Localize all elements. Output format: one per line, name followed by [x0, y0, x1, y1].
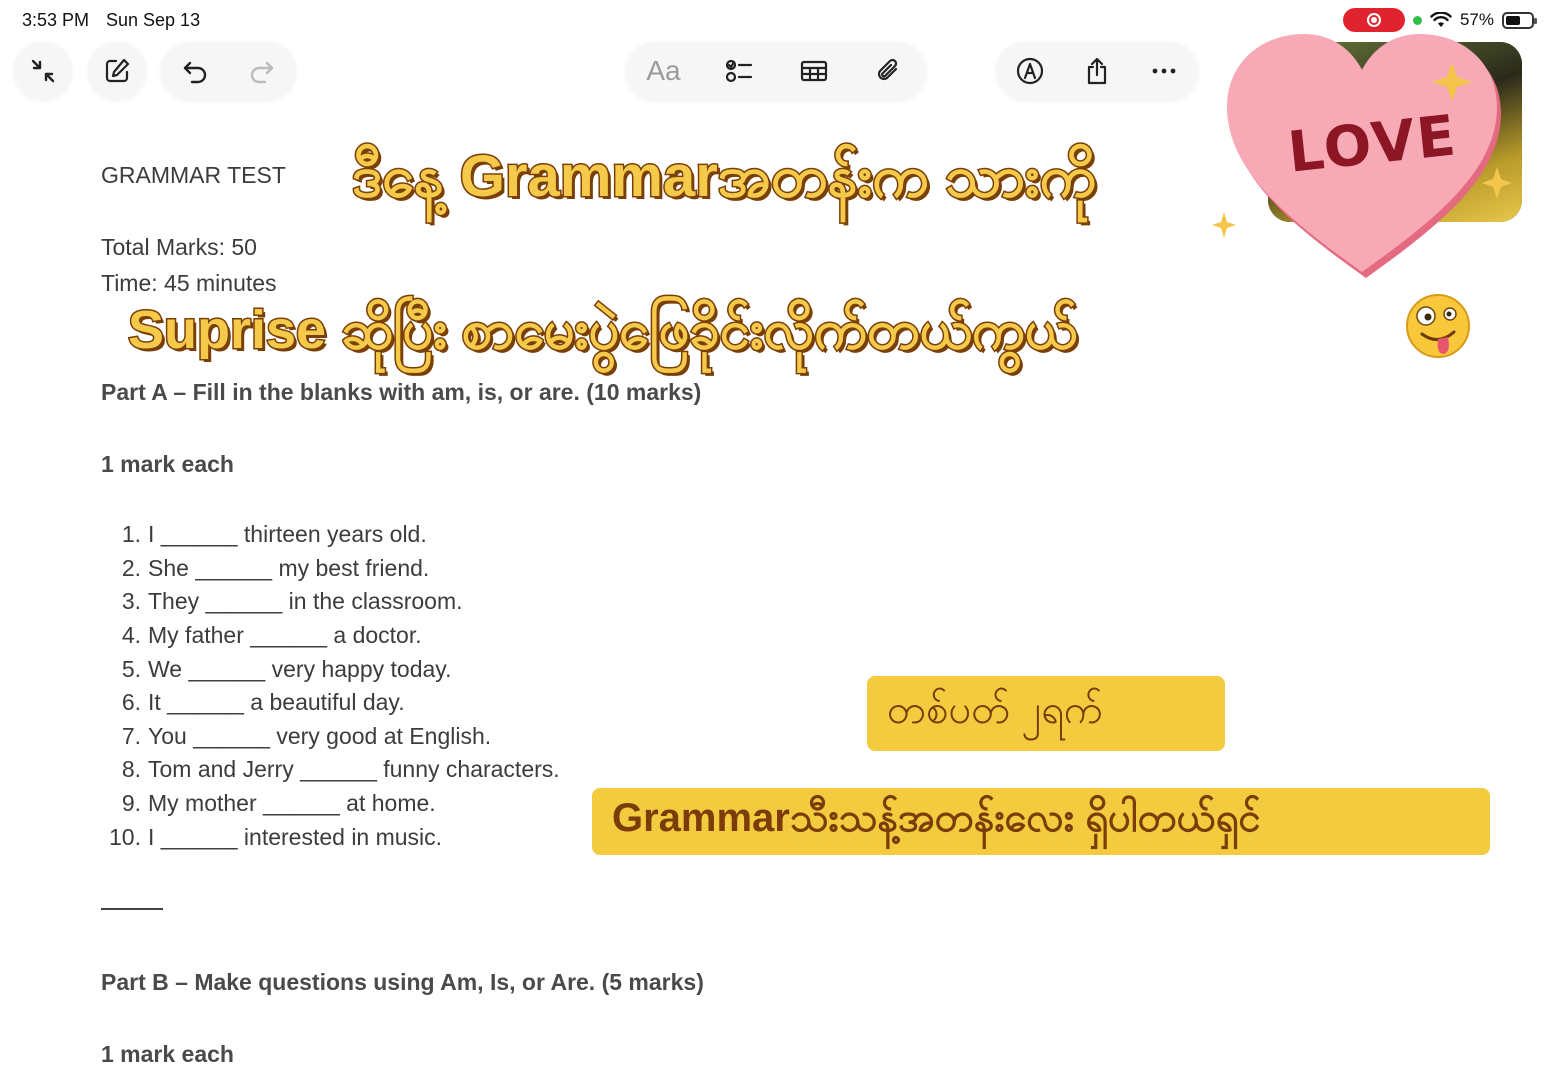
list-item: 2. She ______ my best friend.: [101, 552, 801, 586]
toolbar-group-history: [161, 42, 296, 100]
status-date: Sun Sep 13: [106, 10, 201, 30]
question-number: 7.: [121, 722, 141, 749]
checklist-icon: [725, 59, 752, 83]
overlay-heading-1: ဒီနေ့ Grammarအတန်းက သားကို: [351, 143, 1099, 211]
status-time: 3:53 PM: [22, 10, 90, 30]
part-b-heading: Part B – Make questions using Am, Is, or…: [101, 969, 704, 995]
total-marks: Total Marks: 50: [101, 234, 257, 260]
part-a-heading: Part A – Fill in the blanks with am, is,…: [101, 379, 702, 405]
question-text: My father ______ a doctor.: [148, 622, 422, 649]
markup-icon: [1016, 57, 1043, 85]
collapse-icon: [31, 59, 55, 83]
compose-icon: [105, 58, 130, 83]
attachment-icon: [877, 58, 897, 81]
undo-icon: [183, 61, 206, 84]
section-divider: [101, 908, 163, 910]
question-text: You ______ very good at English.: [148, 722, 492, 749]
question-text: She ______ my best friend.: [148, 554, 430, 581]
more-button[interactable]: [1135, 42, 1193, 100]
format-label: Aa: [646, 55, 681, 86]
collapse-button[interactable]: [14, 42, 72, 100]
list-item: 7. You ______ very good at English.: [101, 720, 801, 754]
question-number: 10.: [109, 823, 141, 850]
overlay-heading-2: Suprise ဆိုပြီး စာမေးပွဲဖြေခိုင်းလိုက်တယ…: [126, 299, 1078, 362]
toolbar-group-actions: [996, 42, 1198, 100]
question-number: 8.: [121, 756, 141, 783]
more-icon: [1152, 68, 1176, 74]
checklist-button[interactable]: [710, 42, 768, 100]
question-text: It ______ a beautiful day.: [148, 689, 405, 716]
question-text: They ______ in the classroom.: [148, 588, 463, 615]
question-text: I ______ interested in music.: [148, 823, 443, 850]
question-number: 2.: [121, 554, 141, 581]
share-button[interactable]: [1068, 42, 1126, 100]
toolbar-group-format: Aa: [626, 42, 926, 100]
question-text: Tom and Jerry ______ funny characters.: [148, 756, 560, 783]
question-number: 5.: [121, 655, 141, 682]
table-icon: [800, 60, 827, 82]
markup-button[interactable]: [1001, 42, 1059, 100]
class-badge: Grammarသီးသန့်အတန်းလေး ရှိပါတယ်ရှင်: [592, 788, 1490, 855]
question-number: 6.: [121, 689, 141, 716]
zany-face-emoji-icon: [1406, 294, 1470, 358]
list-item: 1. I ______ thirteen years old.: [101, 518, 801, 552]
toolbar-group-collapse: [14, 42, 72, 100]
redo-button[interactable]: [233, 42, 291, 100]
question-text: My mother ______ at home.: [148, 790, 436, 817]
schedule-badge: တစ်ပတ် ၂ရက်: [867, 676, 1225, 751]
document-title: GRAMMAR TEST: [101, 162, 286, 188]
question-number: 4.: [121, 622, 141, 649]
format-button[interactable]: Aa: [635, 42, 693, 100]
compose-button[interactable]: [88, 42, 146, 100]
question-number: 9.: [121, 790, 141, 817]
share-icon: [1087, 57, 1107, 85]
list-item: 5. We ______ very happy today.: [101, 652, 801, 686]
question-text: We ______ very happy today.: [148, 655, 452, 682]
part-a-marks: 1 mark each: [101, 451, 234, 477]
time-allowed: Time: 45 minutes: [101, 270, 277, 296]
undo-button[interactable]: [166, 42, 224, 100]
part-b-marks: 1 mark each: [101, 1041, 234, 1067]
question-number: 3.: [121, 588, 141, 615]
question-number: 1.: [121, 521, 141, 548]
list-item: 6. It ______ a beautiful day.: [101, 686, 801, 720]
question-text: I ______ thirteen years old.: [148, 521, 427, 548]
table-button[interactable]: [785, 42, 843, 100]
list-item: 4. My father ______ a doctor.: [101, 619, 801, 653]
redo-icon: [251, 61, 274, 84]
schedule-badge-text: တစ်ပတ် ၂ရက်: [887, 688, 1104, 732]
list-item: 3. They ______ in the classroom.: [101, 585, 801, 619]
attachment-button[interactable]: [860, 42, 918, 100]
class-badge-text: Grammarသီးသန့်အတန်းလေး ရှိပါတယ်ရှင်: [612, 796, 1261, 840]
toolbar-group-compose: [88, 42, 146, 100]
list-item: 8. Tom and Jerry ______ funny characters.: [101, 753, 801, 787]
